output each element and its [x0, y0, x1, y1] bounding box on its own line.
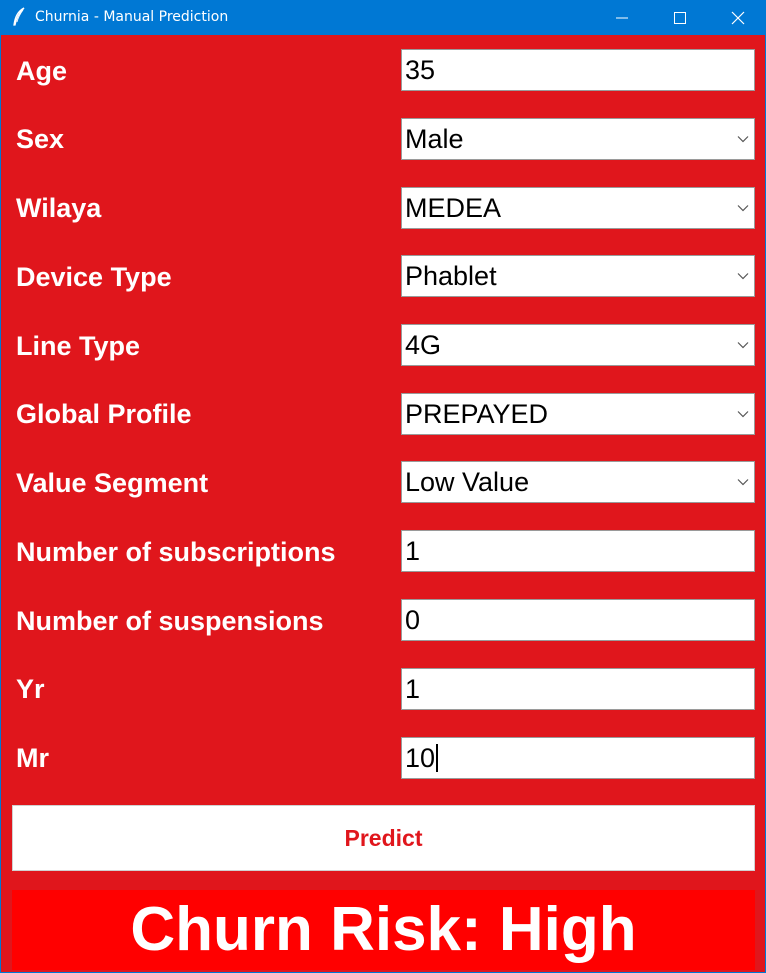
close-button[interactable]: [709, 0, 766, 35]
num-suspensions-input[interactable]: 0: [401, 599, 755, 641]
num-suspensions-label: Number of suspensions: [16, 606, 324, 636]
age-label: Age: [16, 56, 68, 86]
predict-button-label: Predict: [344, 825, 423, 851]
chevron-down-icon: [737, 205, 749, 212]
sex-value: Male: [405, 124, 464, 154]
line-type-value: 4G: [405, 330, 442, 360]
sex-label: Sex: [16, 124, 65, 154]
value-segment-select[interactable]: Low Value: [401, 461, 755, 503]
device-type-label: Device Type: [16, 262, 172, 292]
chevron-down-icon: [737, 479, 749, 486]
mr-label: Mr: [16, 743, 49, 773]
age-value: 35: [405, 55, 436, 85]
global-profile-value: PREPAYED: [405, 399, 549, 429]
device-type-select[interactable]: Phablet: [401, 255, 755, 297]
chevron-down-icon: [737, 136, 749, 143]
window-title: Churnia - Manual Prediction: [35, 9, 229, 25]
line-type-label: Line Type: [16, 331, 141, 361]
title-bar: Churnia - Manual Prediction: [1, 0, 766, 35]
close-icon: [731, 11, 745, 25]
yr-value: 1: [405, 674, 421, 704]
wilaya-value: MEDEA: [405, 193, 502, 223]
chevron-down-icon: [737, 273, 749, 280]
feather-icon: [12, 7, 26, 27]
chevron-down-icon: [737, 342, 749, 349]
minimize-button[interactable]: [593, 0, 651, 35]
value-segment-label: Value Segment: [16, 468, 209, 498]
yr-label: Yr: [16, 674, 45, 704]
app-window: Churnia - Manual Prediction Age 35 Sex M…: [0, 0, 766, 973]
chevron-down-icon: [737, 411, 749, 418]
global-profile-label: Global Profile: [16, 399, 192, 429]
yr-input[interactable]: 1: [401, 668, 755, 710]
text-cursor: [436, 743, 439, 772]
mr-value: 10: [405, 743, 436, 773]
line-type-select[interactable]: 4G: [401, 324, 755, 366]
value-segment-value: Low Value: [405, 467, 530, 497]
age-input[interactable]: 35: [401, 49, 755, 91]
churn-risk-result: Churn Risk: High: [12, 890, 755, 970]
sex-select[interactable]: Male: [401, 118, 755, 160]
mr-input[interactable]: 10: [401, 737, 755, 779]
minimize-icon: [616, 17, 628, 19]
maximize-icon: [674, 12, 686, 24]
maximize-button[interactable]: [651, 0, 709, 35]
predict-button[interactable]: Predict: [12, 805, 755, 871]
device-type-value: Phablet: [405, 261, 497, 291]
num-suspensions-value: 0: [405, 605, 421, 635]
num-subscriptions-value: 1: [405, 536, 421, 566]
global-profile-select[interactable]: PREPAYED: [401, 393, 755, 435]
wilaya-select[interactable]: MEDEA: [401, 187, 755, 229]
churn-risk-text: Churn Risk: High: [130, 895, 637, 964]
num-subscriptions-input[interactable]: 1: [401, 530, 755, 572]
num-subscriptions-label: Number of subscriptions: [16, 537, 336, 567]
wilaya-label: Wilaya: [16, 193, 102, 223]
